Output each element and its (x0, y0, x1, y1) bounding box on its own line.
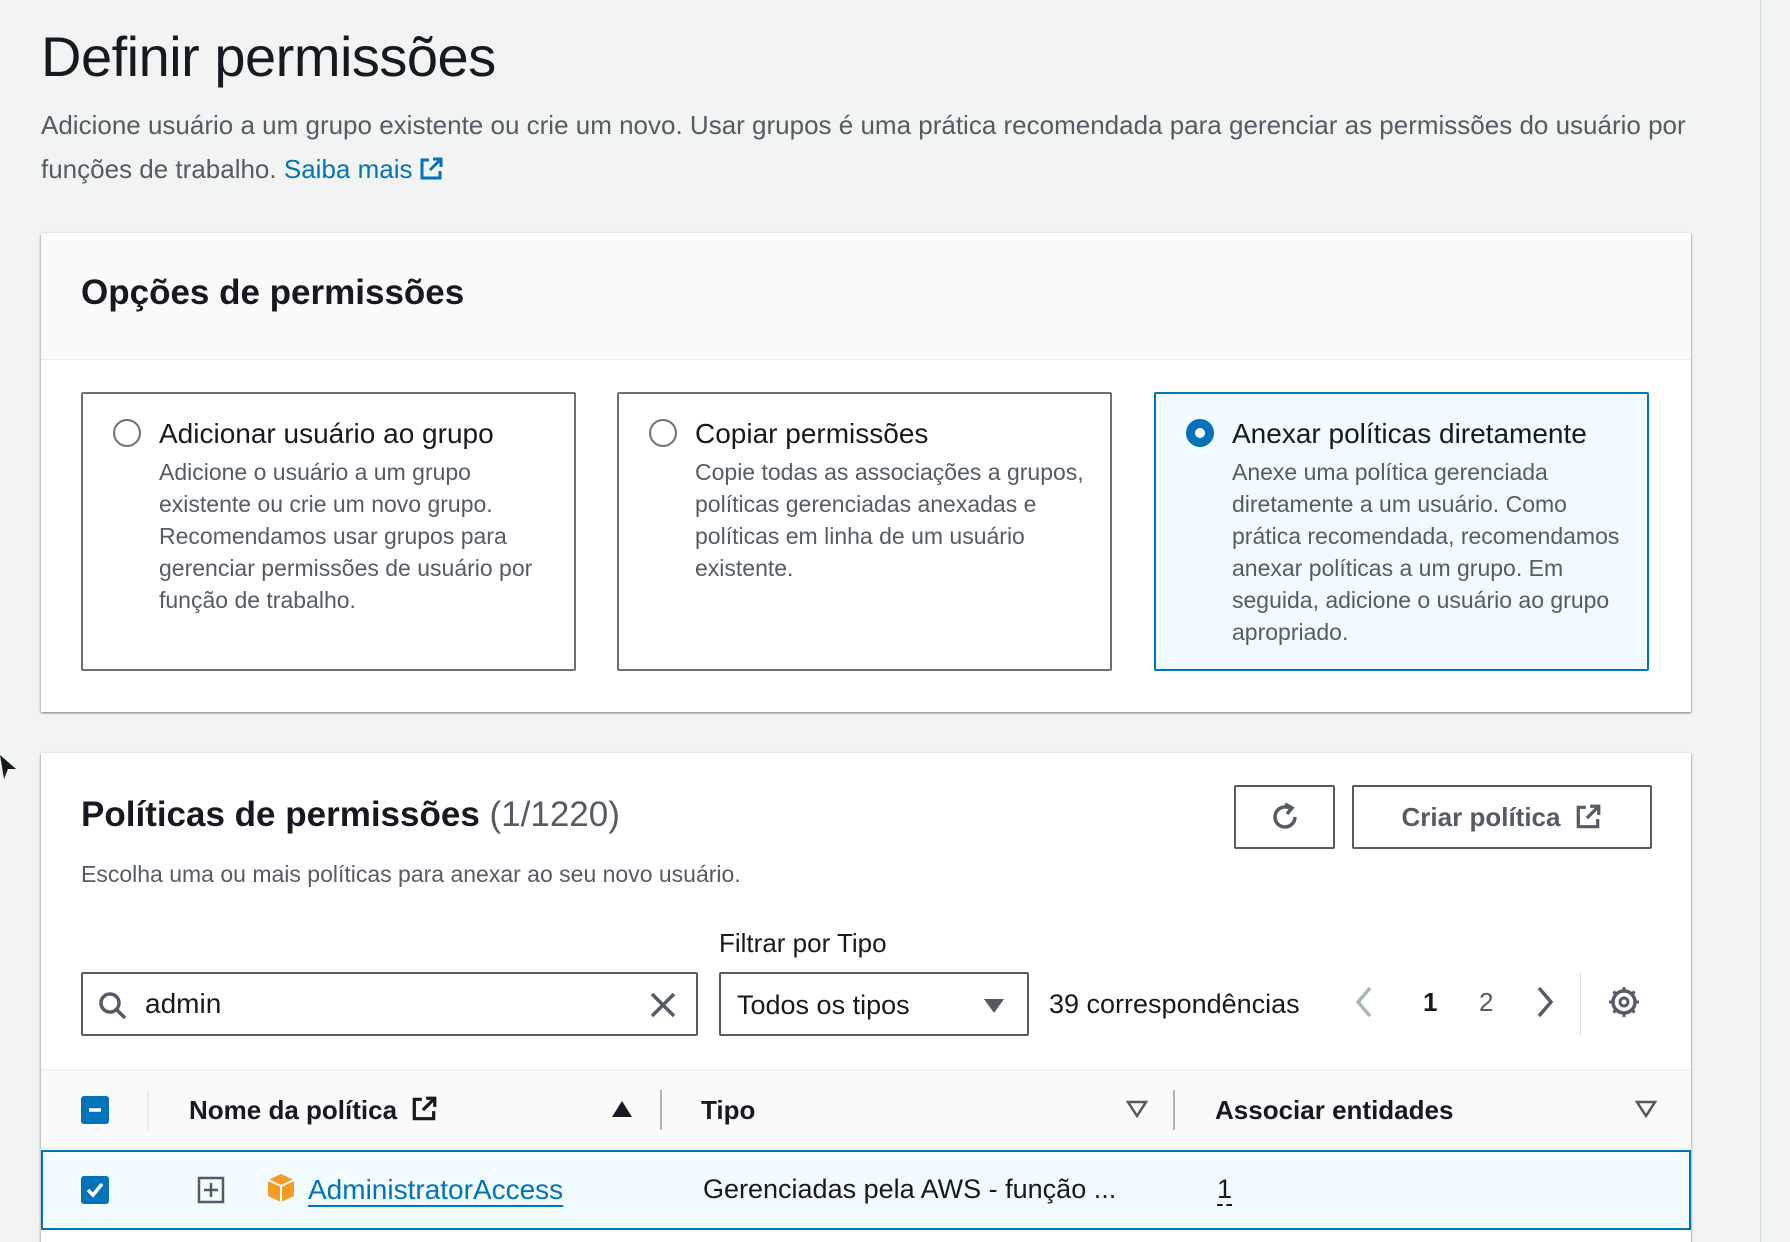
filter-type-label: Filtrar por Tipo (719, 928, 887, 958)
iam-set-permissions-page: Definir permissões Adicione usuário a um… (0, 0, 1790, 1242)
page-title: Definir permissões (41, 25, 496, 88)
radio-copy-permissions[interactable] (649, 419, 677, 447)
caret-down-icon (984, 999, 1004, 1013)
policy-entities-count[interactable]: 1 (1217, 1174, 1233, 1206)
chevron-right-icon[interactable] (1533, 984, 1557, 1020)
learn-more-link[interactable]: Saiba mais (284, 154, 445, 184)
option-attach-policies[interactable]: Anexar políticas diretamente Anexe uma p… (1154, 392, 1649, 671)
column-header-type[interactable]: Tipo (701, 1095, 755, 1126)
checkmark-icon (86, 1182, 104, 1198)
aws-managed-policy-icon (267, 1174, 295, 1202)
permission-policies-card: Políticas de permissões (1/1220) Escolha… (41, 753, 1691, 1242)
option-title: Copiar permissões (695, 418, 929, 449)
page-description: Adicione usuário a um grupo existente ou… (41, 103, 1701, 191)
column-divider[interactable] (660, 1090, 662, 1130)
option-description: Adicione o usuário a um grupo existente … (159, 459, 533, 613)
indeterminate-icon (89, 1108, 101, 1112)
sort-icon[interactable] (1635, 1100, 1657, 1118)
page-2-button[interactable]: 2 (1479, 987, 1493, 1018)
table-row[interactable]: AdministratorAccess Gerenciadas pela AWS… (41, 1150, 1691, 1230)
type-filter-select[interactable]: Todos os tipos (719, 972, 1029, 1036)
policy-name-link[interactable]: AdministratorAccess (308, 1174, 563, 1206)
policies-title-text: Políticas de permissões (81, 795, 480, 834)
gear-icon[interactable] (1606, 984, 1642, 1020)
page-scrollbar[interactable] (1760, 0, 1790, 1242)
option-title: Adicionar usuário ao grupo (159, 418, 494, 449)
row-checkbox[interactable] (81, 1176, 109, 1204)
policies-table-header: Nome da política Tipo Associar entidades (41, 1069, 1691, 1149)
chevron-left-icon[interactable] (1352, 984, 1376, 1020)
external-link-icon (412, 1096, 437, 1121)
mouse-cursor-icon (0, 755, 16, 779)
select-all-checkbox[interactable] (81, 1096, 109, 1124)
external-link-icon (1577, 804, 1601, 829)
option-title: Anexar políticas diretamente (1232, 418, 1587, 449)
sort-icon[interactable] (1126, 1100, 1148, 1118)
learn-more-label: Saiba mais (283, 154, 413, 184)
create-policy-label: Criar política (1401, 801, 1561, 832)
pager-divider (1580, 972, 1581, 1036)
policies-count: (1/1220) (489, 795, 620, 834)
clear-search-icon[interactable] (648, 990, 678, 1020)
page-1-button[interactable]: 1 (1423, 987, 1437, 1018)
refresh-icon (1272, 802, 1297, 829)
column-header-entities[interactable]: Associar entidades (1215, 1095, 1453, 1126)
search-icon (99, 992, 127, 1020)
external-link-icon (420, 157, 443, 180)
matches-count: 39 correspondências (1049, 989, 1300, 1019)
policies-subtitle: Escolha uma ou mais políticas para anexa… (81, 861, 741, 887)
option-copy-permissions[interactable]: Copiar permissões Copie todas as associa… (617, 392, 1112, 671)
column-divider[interactable] (1173, 1090, 1175, 1130)
option-description: Copie todas as associações a grupos, pol… (695, 459, 1084, 581)
column-name-label: Nome da política (189, 1095, 398, 1125)
permission-options-header: Opções de permissões (41, 233, 1691, 360)
policy-search-field[interactable] (81, 972, 698, 1036)
column-header-policy-name[interactable]: Nome da política (189, 1095, 438, 1126)
option-add-to-group[interactable]: Adicionar usuário ao grupo Adicione o us… (81, 392, 576, 671)
create-policy-button[interactable]: Criar política (1352, 785, 1652, 849)
policy-type-cell: Gerenciadas pela AWS - função ... (703, 1174, 1117, 1204)
option-description: Anexe uma política gerenciada diretament… (1232, 459, 1620, 645)
expand-icon[interactable] (197, 1176, 225, 1204)
refresh-button[interactable] (1234, 785, 1335, 849)
sort-ascending-icon[interactable] (611, 1100, 633, 1118)
permission-options-title: Opções de permissões (81, 273, 465, 312)
radio-attach-policies[interactable] (1186, 419, 1214, 447)
type-filter-value: Todos os tipos (737, 990, 910, 1020)
permission-options-card: Opções de permissões Adicionar usuário a… (41, 233, 1691, 712)
policy-search-input[interactable] (145, 984, 625, 1024)
column-divider (147, 1090, 149, 1130)
radio-add-to-group[interactable] (113, 419, 141, 447)
policies-title: Políticas de permissões (1/1220) (81, 795, 620, 835)
